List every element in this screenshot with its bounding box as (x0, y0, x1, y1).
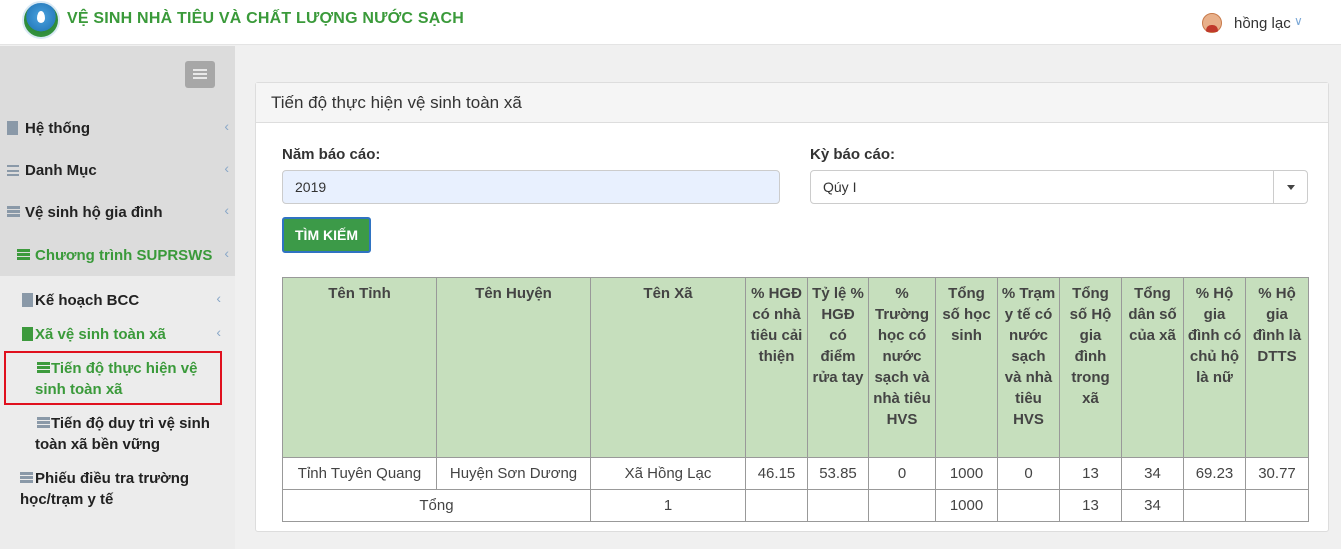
chevron-left-icon: ‹ (216, 324, 221, 340)
table-cell: 13 (1059, 489, 1122, 522)
table-cell: 0 (997, 457, 1060, 490)
table-cell: 13 (1059, 457, 1122, 490)
sidebar-item-ve-sinh-ho-gia-dinh[interactable]: Vệ sinh hộ gia đình ‹ (0, 202, 235, 224)
sidebar: Hệ thống ‹ Danh Mục ‹ Vệ sinh hộ gia đìn… (0, 46, 235, 549)
table-cell: 1000 (935, 457, 998, 490)
app-title: VỆ SINH NHÀ TIÊU VÀ CHẤT LƯỢNG NƯỚC SẠCH (67, 10, 464, 27)
table-cell (807, 489, 869, 522)
logo-icon[interactable] (22, 1, 60, 39)
file-icon (22, 327, 33, 341)
table-cell: 1 (590, 489, 746, 522)
col-tong-ho: Tổng số Hộ gia đình trong xã (1059, 277, 1122, 458)
list-icon (7, 165, 19, 176)
table-cell: Xã Hồng Lạc (590, 457, 746, 490)
sidebar-item-label: Kế hoạch BCC (35, 292, 140, 309)
search-button[interactable]: TÌM KIẾM (282, 217, 371, 253)
col-ten-huyen: Tên Huyện (436, 277, 591, 458)
period-label: Kỳ báo cáo: (810, 146, 896, 163)
table-cell: 53.85 (807, 457, 869, 490)
table-cell: 1000 (935, 489, 998, 522)
chevron-down-icon: ∨ (1294, 14, 1303, 28)
col-ten-tinh: Tên Tỉnh (282, 277, 437, 458)
table-cell: 0 (868, 457, 936, 490)
col-dtts: % Hộ gia đình là DTTS (1245, 277, 1309, 458)
server-icon (17, 249, 30, 261)
sidebar-item-ke-hoach-bcc[interactable]: Kế hoạch BCC ‹ (0, 290, 235, 312)
sidebar-item-label: Hệ thống (25, 120, 90, 137)
period-select[interactable]: Qúy I (810, 170, 1308, 204)
sidebar-item-phieu-dieu-tra[interactable]: Phiếu điều tra trường học/trạm y tế (0, 468, 235, 512)
table-cell (868, 489, 936, 522)
chevron-left-icon: ‹ (216, 290, 221, 306)
chevron-left-icon: ‹ (224, 245, 229, 261)
server-icon (7, 206, 20, 218)
total-label-cell: Tổng (282, 489, 591, 522)
table-cell: 69.23 (1183, 457, 1246, 490)
table-cell (1245, 489, 1309, 522)
sidebar-item-label: Chương trình SUPRSWS (35, 247, 213, 264)
sidebar-item-he-thong[interactable]: Hệ thống ‹ (0, 118, 235, 140)
col-tram-y-te: % Trạm y tế có nước sạch và nhà tiêu HVS (997, 277, 1060, 458)
sidebar-item-danh-muc[interactable]: Danh Mục ‹ (0, 160, 235, 182)
server-icon (37, 417, 50, 429)
sidebar-item-label-line1: Phiếu điều tra trường (35, 470, 190, 487)
chevron-left-icon: ‹ (224, 118, 229, 134)
col-tong-dan-so: Tổng dân số của xã (1121, 277, 1184, 458)
file-icon (7, 121, 18, 135)
sidebar-item-label-line2: học/trạm y tế (20, 491, 114, 508)
file-icon (22, 293, 33, 307)
period-select-value: Qúy I (823, 179, 857, 195)
sidebar-item-label: Vệ sinh hộ gia đình (25, 204, 163, 221)
panel-header: Tiến độ thực hiện vệ sinh toàn xã (256, 83, 1328, 123)
col-ten-xa: Tên Xã (590, 277, 746, 458)
top-bar: VỆ SINH NHÀ TIÊU VÀ CHẤT LƯỢNG NƯỚC SẠCH… (0, 0, 1341, 45)
sidebar-item-xa-ve-sinh-toan-xa[interactable]: Xã vệ sinh toàn xã ‹ (0, 324, 235, 346)
col-hgd-rua-tay: Tỷ lệ % HGĐ có điểm rửa tay (807, 277, 869, 458)
col-truong-hoc: % Trường học có nước sạch và nhà tiêu HV… (868, 277, 936, 458)
panel-title: Tiến độ thực hiện vệ sinh toàn xã (271, 93, 522, 112)
col-chu-ho-nu: % Hộ gia đình có chủ hộ là nữ (1183, 277, 1246, 458)
report-table: Tên Tỉnh Tên Huyện Tên Xã % HGĐ có nhà t… (282, 277, 1309, 522)
col-tong-hoc-sinh: Tổng số học sinh (935, 277, 998, 458)
sidebar-item-chuong-trinh-suprsws[interactable]: Chương trình SUPRSWS ‹ (0, 245, 235, 267)
chevron-down-icon[interactable] (1273, 171, 1307, 203)
chevron-left-icon: ‹ (224, 202, 229, 218)
table-cell: Tỉnh Tuyên Quang (282, 457, 437, 490)
user-avatar-icon (1202, 13, 1222, 33)
col-hgd-nha-tieu: % HGĐ có nhà tiêu cải thiện (745, 277, 808, 458)
sidebar-item-tien-do-duy-tri[interactable]: Tiến độ duy trì vệ sinh toàn xã bền vững (0, 413, 235, 457)
table-cell: 46.15 (745, 457, 808, 490)
user-name: hồng lạc (1234, 15, 1291, 32)
table-cell (997, 489, 1060, 522)
table-cell (1183, 489, 1246, 522)
table-cell (745, 489, 808, 522)
sidebar-item-label: Danh Mục (25, 162, 97, 179)
table-cell: Huyện Sơn Dương (436, 457, 591, 490)
table-cell: 34 (1121, 489, 1184, 522)
table-header-row: Tên Tỉnh Tên Huyện Tên Xã % HGĐ có nhà t… (282, 277, 1309, 458)
sidebar-item-label-line1: Tiến độ duy trì vệ sinh (51, 415, 210, 432)
sidebar-item-label-line2: toàn xã bền vững (35, 436, 161, 453)
year-label: Năm báo cáo: (282, 146, 381, 163)
table-total-row: Tổng 1 1000 13 34 (282, 489, 1309, 522)
table-cell: 30.77 (1245, 457, 1309, 490)
sidebar-item-label: Xã vệ sinh toàn xã (35, 326, 166, 343)
table-cell: 34 (1121, 457, 1184, 490)
active-item-highlight (4, 351, 222, 405)
sidebar-toggle-button[interactable] (185, 61, 215, 88)
year-input[interactable]: 2019 (282, 170, 780, 204)
chevron-left-icon: ‹ (224, 160, 229, 176)
report-panel: Tiến độ thực hiện vệ sinh toàn xã Năm bá… (255, 82, 1329, 532)
table-row: Tỉnh Tuyên Quang Huyện Sơn Dương Xã Hồng… (282, 457, 1309, 490)
server-icon (20, 472, 33, 484)
